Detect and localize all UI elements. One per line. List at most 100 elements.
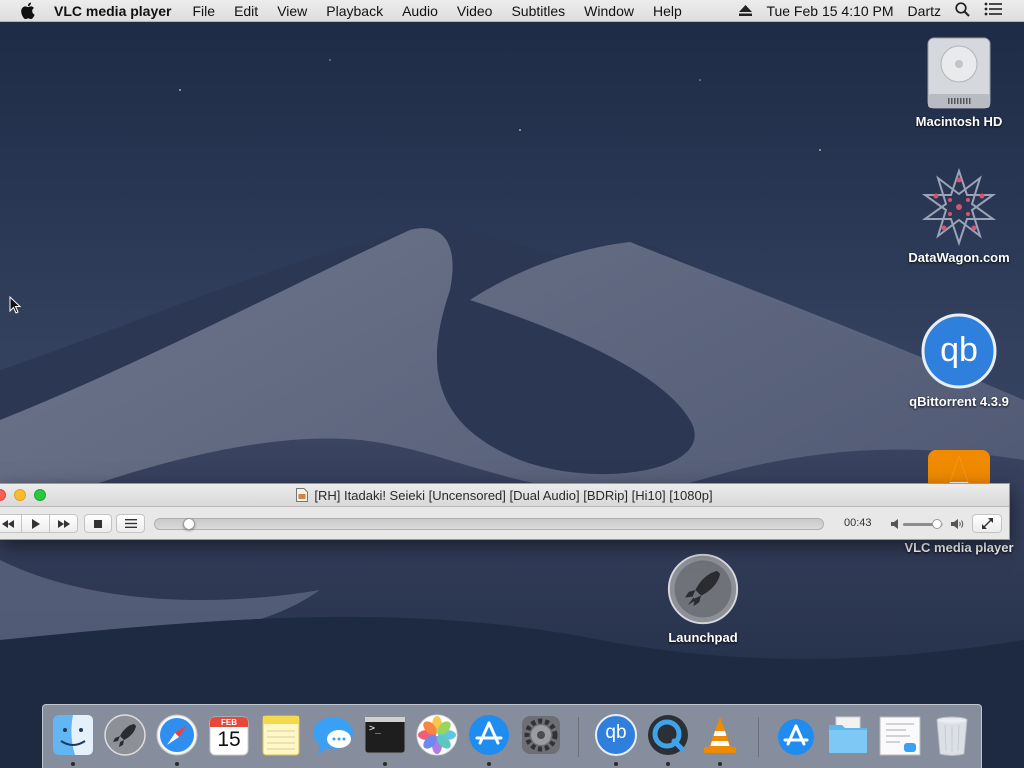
calendar-month: FEB — [221, 718, 237, 727]
volume-max-icon[interactable] — [951, 519, 964, 529]
fast-forward-button[interactable] — [49, 514, 78, 533]
gear-icon — [522, 716, 560, 754]
fullscreen-button[interactable] — [972, 514, 1002, 533]
stop-button[interactable] — [84, 514, 112, 533]
running-indicator — [383, 762, 387, 766]
dock-folder-stack[interactable] — [826, 713, 870, 757]
dock-finder[interactable] — [51, 713, 95, 766]
spotlight-search-icon[interactable] — [955, 1, 970, 20]
menu-bar: VLC media player File Edit View Playback… — [0, 0, 1024, 22]
dock-trash[interactable] — [930, 713, 974, 757]
playlist-button[interactable] — [116, 514, 145, 533]
elapsed-time: 00:43 — [844, 517, 872, 529]
menu-video[interactable]: Video — [457, 3, 493, 19]
desktop-icon-qbittorrent[interactable]: qb qBittorrent 4.3.9 — [894, 312, 1024, 409]
desktop-icon-label: Macintosh HD — [915, 114, 1003, 129]
menu-user[interactable]: Dartz — [908, 3, 941, 19]
dock-messages[interactable] — [311, 713, 355, 757]
launchpad-rocket-icon — [667, 553, 739, 625]
dock-app-store[interactable] — [467, 713, 511, 766]
mouse-cursor-icon — [9, 296, 21, 314]
dock-quicktime[interactable] — [646, 713, 690, 766]
vlc-controller-window: [RH] Itadaki! Seieki [Uncensored] [Dual … — [0, 483, 1010, 540]
vlc-window-title: [RH] Itadaki! Seieki [Uncensored] [Dual … — [314, 487, 713, 503]
eject-icon[interactable] — [739, 3, 753, 19]
dock-calendar[interactable]: FEB 15 — [207, 713, 251, 757]
dock-vlc[interactable] — [698, 713, 742, 766]
desktop-icon-label: qBittorrent 4.3.9 — [909, 394, 1009, 409]
play-icon — [31, 518, 40, 529]
play-button[interactable] — [21, 514, 50, 533]
seek-slider[interactable] — [154, 518, 824, 530]
apple-menu-icon[interactable] — [20, 2, 38, 20]
running-indicator — [71, 762, 75, 766]
notification-center-icon[interactable] — [984, 2, 1002, 19]
running-indicator — [614, 762, 618, 766]
menu-playback[interactable]: Playback — [326, 3, 383, 19]
quicktime-icon — [648, 715, 688, 755]
terminal-icon — [364, 716, 406, 754]
dock-separator — [758, 717, 759, 757]
finder-icon — [53, 715, 93, 755]
dock-qbittorrent[interactable]: qb — [594, 713, 638, 766]
window-minimize-button[interactable] — [14, 489, 26, 501]
fast-forward-icon — [57, 519, 70, 528]
rewind-button[interactable] — [0, 514, 22, 533]
qbittorrent-icon: qb — [921, 313, 997, 389]
folder-icon — [829, 716, 867, 753]
volume-slider[interactable] — [903, 519, 943, 529]
menu-window[interactable]: Window — [584, 3, 634, 19]
menu-audio[interactable]: Audio — [402, 3, 438, 19]
desktop-icon-datawagon[interactable]: DataWagon.com — [894, 168, 1024, 265]
document-icon — [296, 488, 309, 502]
running-indicator — [487, 762, 491, 766]
datawagon-star-icon — [921, 168, 997, 246]
dock-safari[interactable] — [155, 713, 199, 766]
svg-text:qb: qb — [940, 331, 978, 369]
stop-icon — [94, 519, 102, 528]
hard-drive-icon — [927, 37, 991, 109]
volume-mute-icon[interactable] — [891, 519, 901, 529]
vlc-control-bar: 00:43 — [0, 507, 1009, 541]
desktop-wallpaper — [0, 0, 1024, 768]
calendar-day: 15 — [217, 728, 241, 751]
running-indicator — [175, 762, 179, 766]
dock-photos[interactable] — [415, 713, 459, 757]
rewind-icon — [1, 519, 14, 528]
menu-file[interactable]: File — [193, 3, 216, 19]
volume-slider-knob[interactable] — [932, 519, 942, 529]
desktop-icon-macintosh-hd[interactable]: Macintosh HD — [894, 32, 1024, 129]
seek-slider-knob[interactable] — [183, 518, 196, 530]
app-store-stack-icon — [778, 719, 814, 755]
menu-help[interactable]: Help — [653, 3, 682, 19]
desktop-icon-label: DataWagon.com — [908, 250, 1010, 265]
desktop-icon-launchpad[interactable]: Launchpad — [638, 552, 768, 645]
terminal-prompt: >_ — [369, 723, 382, 734]
dock: FEB 15 >_ qb — [42, 704, 982, 768]
menu-edit[interactable]: Edit — [234, 3, 258, 19]
running-indicator — [666, 762, 670, 766]
dock-downloads-stack[interactable] — [774, 713, 818, 757]
app-store-icon — [469, 715, 509, 755]
photos-flower-icon — [416, 714, 458, 756]
vlc-title-bar[interactable]: [RH] Itadaki! Seieki [Uncensored] [Dual … — [0, 484, 1009, 507]
menu-extras: Tue Feb 15 4:10 PM Dartz — [739, 1, 1024, 20]
dock-separator — [578, 717, 579, 757]
playback-button-group — [0, 514, 78, 533]
running-indicator — [718, 762, 722, 766]
window-zoom-button[interactable] — [34, 489, 46, 501]
safari-compass-icon — [156, 714, 198, 756]
dock-system-preferences[interactable] — [519, 713, 563, 757]
menu-clock[interactable]: Tue Feb 15 4:10 PM — [766, 3, 893, 19]
dock-documents-stack[interactable] — [878, 713, 922, 757]
launchpad-rocket-icon — [104, 714, 146, 756]
menu-subtitles[interactable]: Subtitles — [511, 3, 565, 19]
window-close-button[interactable] — [0, 489, 6, 501]
dock-launchpad[interactable] — [103, 713, 147, 757]
menu-app-name[interactable]: VLC media player — [54, 3, 172, 19]
dock-terminal[interactable]: >_ — [363, 713, 407, 766]
notes-icon — [262, 715, 300, 756]
menu-view[interactable]: View — [277, 3, 307, 19]
dock-notes[interactable] — [259, 713, 303, 757]
playlist-icon — [124, 519, 137, 528]
